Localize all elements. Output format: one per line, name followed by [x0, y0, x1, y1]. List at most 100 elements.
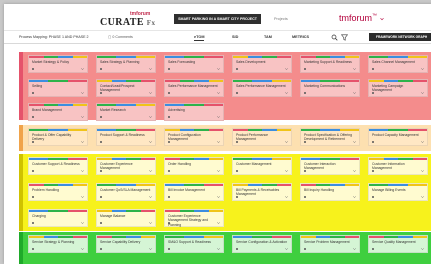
chevron-down-icon[interactable]	[217, 248, 220, 250]
process-card[interactable]: Marketing Support & Readiness	[300, 55, 360, 73]
process-card[interactable]: Customer Interaction Management	[300, 157, 360, 175]
process-card[interactable]: Product Support & Readiness	[96, 128, 156, 146]
process-card[interactable]: Sales Development	[232, 55, 292, 73]
process-card[interactable]: Customer Experience Management Strategy …	[164, 209, 224, 227]
process-card[interactable]: Customer Experience Management	[96, 157, 156, 175]
process-card[interactable]: Bill Inquiry Handling	[300, 183, 360, 201]
comments-link[interactable]: ▢ 0 Comments	[108, 35, 133, 39]
chevron-down-icon[interactable]	[380, 17, 384, 21]
chevron-down-icon[interactable]	[217, 196, 220, 198]
process-card[interactable]: Marketing Campaign Management	[368, 79, 428, 97]
chevron-down-icon[interactable]	[285, 196, 288, 198]
chevron-down-icon[interactable]	[149, 170, 152, 172]
process-card[interactable]: Market Research	[96, 103, 156, 121]
chevron-down-icon[interactable]	[81, 222, 84, 224]
process-card[interactable]: Brand Management	[28, 103, 88, 121]
chevron-down-icon[interactable]	[421, 196, 424, 198]
chevron-down-icon[interactable]	[353, 141, 356, 143]
process-card[interactable]: Customer Support & Readiness	[28, 157, 88, 175]
chevron-down-icon[interactable]	[353, 92, 356, 94]
framework-network-graph-button[interactable]: FRAMEWORK NETWORK GRAPH	[369, 33, 431, 41]
process-card[interactable]: SM&O Support & Readiness	[164, 235, 224, 253]
chevron-down-icon[interactable]	[285, 92, 288, 94]
chevron-down-icon[interactable]	[81, 170, 84, 172]
process-card[interactable]: Problem Handling	[28, 183, 88, 201]
filter-icon[interactable]	[341, 34, 348, 41]
card-status-bars	[29, 184, 87, 186]
chevron-down-icon[interactable]	[81, 92, 84, 94]
chevron-down-icon[interactable]	[421, 92, 424, 94]
process-card[interactable]: Service Configuration & Activation	[232, 235, 292, 253]
chevron-down-icon[interactable]	[81, 141, 84, 143]
chevron-down-icon[interactable]	[81, 196, 84, 198]
tab-tam[interactable]: TAM	[264, 35, 272, 39]
chevron-down-icon[interactable]	[217, 170, 220, 172]
tab-sid[interactable]: SID	[232, 35, 238, 39]
chevron-down-icon[interactable]	[217, 141, 220, 143]
chevron-down-icon[interactable]	[353, 196, 356, 198]
process-card[interactable]: Customer Management	[232, 157, 292, 175]
chevron-down-icon[interactable]	[421, 248, 424, 250]
process-card[interactable]: Sales Channel Management	[368, 55, 428, 73]
chevron-down-icon[interactable]	[81, 68, 84, 70]
chevron-down-icon[interactable]	[285, 248, 288, 250]
chevron-down-icon[interactable]	[217, 222, 220, 224]
process-card[interactable]: Selling	[28, 79, 88, 97]
chevron-down-icon[interactable]	[353, 68, 356, 70]
chevron-down-icon[interactable]	[149, 116, 152, 118]
chevron-down-icon[interactable]	[421, 141, 424, 143]
chevron-down-icon[interactable]	[149, 222, 152, 224]
process-card[interactable]: Product Specification & Offering Develop…	[300, 128, 360, 146]
process-card[interactable]: Advertising	[164, 103, 224, 121]
chevron-down-icon[interactable]	[285, 170, 288, 172]
process-card[interactable]: Contact/Lead/Prospect Management	[96, 79, 156, 97]
process-card[interactable]: Product & Offer Capability Delivery	[28, 128, 88, 146]
chevron-down-icon[interactable]	[421, 68, 424, 70]
chevron-down-icon[interactable]	[149, 141, 152, 143]
chevron-down-icon[interactable]	[81, 248, 84, 250]
process-card[interactable]: Sales Performance Management	[164, 79, 224, 97]
chevron-down-icon[interactable]	[217, 116, 220, 118]
card-label: Manage Billing Events	[372, 188, 406, 192]
process-card[interactable]: Product Configuration Management	[164, 128, 224, 146]
process-card[interactable]: Service Quality Management	[368, 235, 428, 253]
chevron-down-icon[interactable]	[285, 141, 288, 143]
process-card[interactable]: Marketing Communications	[300, 79, 360, 97]
tab-metrics[interactable]: METRICS	[292, 35, 309, 39]
chevron-down-icon[interactable]	[149, 248, 152, 250]
process-card[interactable]: Customer Information Management	[368, 157, 428, 175]
process-card[interactable]: Service Problem Management	[300, 235, 360, 253]
tmforum-brand[interactable]: tmforum™	[339, 13, 377, 23]
process-card[interactable]: Manage Balance	[96, 209, 156, 227]
tab-etom[interactable]: eTOM	[194, 35, 205, 41]
process-card[interactable]: Sales Performance Management	[232, 79, 292, 97]
process-card[interactable]: Order Handling	[164, 157, 224, 175]
chevron-down-icon[interactable]	[217, 92, 220, 94]
process-card[interactable]: Manage Billing Events	[368, 183, 428, 201]
chevron-down-icon[interactable]	[149, 68, 152, 70]
chevron-down-icon[interactable]	[421, 170, 424, 172]
process-card[interactable]: Customer QoS/SLA Management	[96, 183, 156, 201]
chevron-down-icon[interactable]	[353, 170, 356, 172]
process-card[interactable]: Product Performance Management	[232, 128, 292, 146]
process-card[interactable]: Bill Payments & Receivables Management	[232, 183, 292, 201]
process-card[interactable]: Bill Invoice Management	[164, 183, 224, 201]
process-card[interactable]: Service Capability Delivery	[96, 235, 156, 253]
chevron-down-icon[interactable]	[285, 68, 288, 70]
process-card[interactable]: Market Strategy & Policy	[28, 55, 88, 73]
chevron-down-icon[interactable]	[81, 116, 84, 118]
chevron-down-icon[interactable]	[217, 68, 220, 70]
process-card[interactable]: Product Capacity Management	[368, 128, 428, 146]
project-selector[interactable]: SMART PARKING IN A SMART CITY PROJECT	[174, 14, 261, 24]
curate-logo[interactable]: tmforum CURATE Fx	[100, 11, 172, 29]
process-card[interactable]: Sales Forecasting	[164, 55, 224, 73]
process-card[interactable]: Sales Strategy & Planning	[96, 55, 156, 73]
process-card[interactable]: Service Strategy & Planning	[28, 235, 88, 253]
search-icon[interactable]	[331, 34, 338, 41]
chevron-down-icon[interactable]	[149, 92, 152, 94]
card-label: Customer Information Management	[372, 162, 405, 171]
chevron-down-icon[interactable]	[353, 248, 356, 250]
process-card[interactable]: Charging	[28, 209, 88, 227]
projects-link[interactable]: Projects	[274, 17, 288, 21]
chevron-down-icon[interactable]	[149, 196, 152, 198]
